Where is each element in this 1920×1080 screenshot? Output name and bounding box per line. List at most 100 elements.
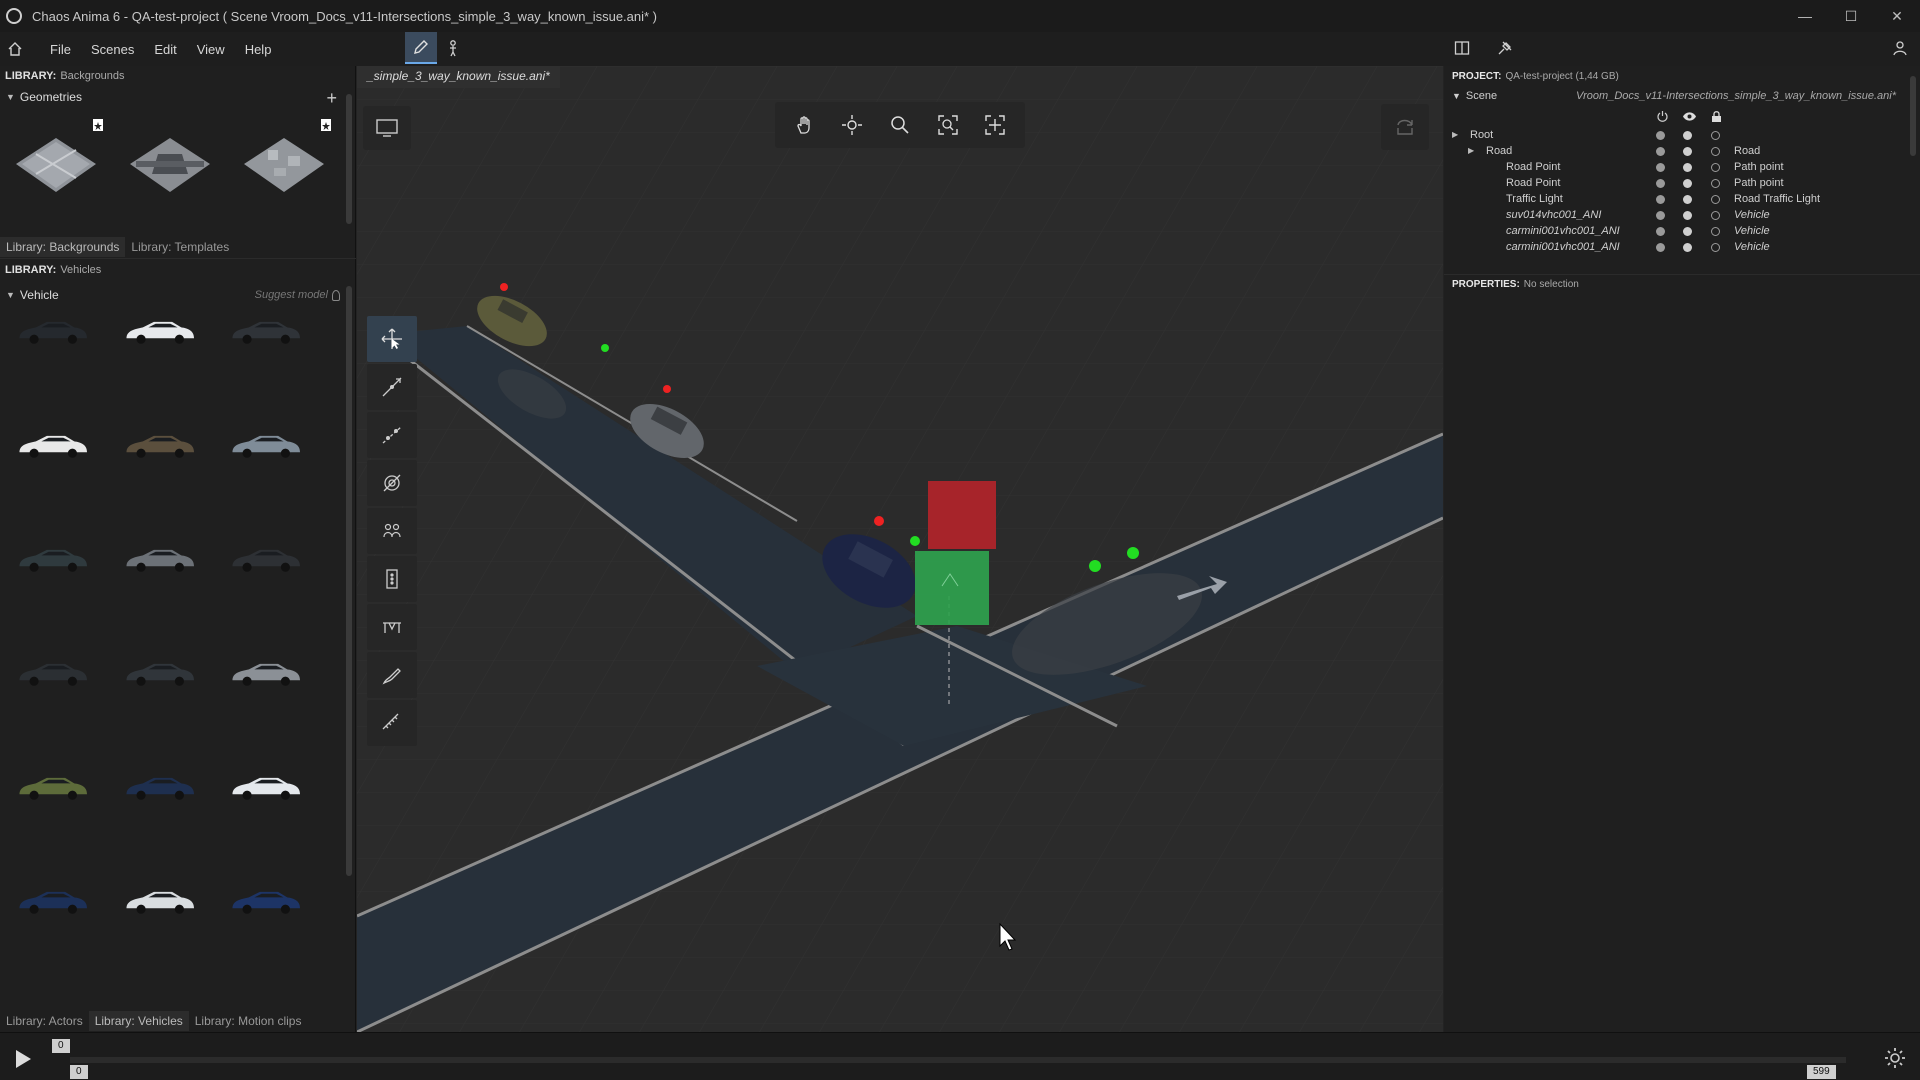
lock-toggle[interactable] [1711, 227, 1720, 236]
eye-icon[interactable] [1682, 111, 1697, 122]
vehicle-thumbnail[interactable] [14, 425, 91, 465]
tab-library-actors[interactable]: Library: Actors [0, 1011, 89, 1031]
lock-toggle[interactable] [1711, 195, 1720, 204]
visibility-toggle[interactable] [1683, 179, 1692, 188]
scene-tree-row[interactable]: Road Point Path point [1444, 160, 1920, 176]
road-point-green[interactable] [1127, 547, 1139, 559]
vehicle-thumbnail[interactable] [227, 767, 304, 807]
vehicle-thumbnail[interactable] [14, 311, 91, 351]
expand-arrow-icon[interactable]: ▶ [1468, 146, 1474, 155]
geometries-section[interactable]: ▼ Geometries + [0, 86, 355, 108]
vehicle-thumbnail[interactable] [121, 425, 198, 465]
scene-tree-row[interactable]: carmini001vhc001_ANI Vehicle [1444, 224, 1920, 240]
backgrounds-scrollbar[interactable] [346, 94, 352, 224]
tab-library-templates[interactable]: Library: Templates [125, 237, 235, 257]
play-icon[interactable] [16, 1050, 31, 1068]
vehicle-thumbnail[interactable] [14, 881, 91, 921]
path-point-red[interactable] [874, 516, 884, 526]
vehicle-thumbnail[interactable] [14, 767, 91, 807]
scene-tree-scrollbar[interactable] [1910, 76, 1916, 156]
camera-reset-button[interactable] [1381, 104, 1429, 150]
scene-tree-row[interactable]: Traffic Light Road Traffic Light [1444, 192, 1920, 208]
zoom-tool-button[interactable] [883, 108, 917, 142]
menu-edit[interactable]: Edit [144, 42, 186, 57]
lock-toggle[interactable] [1711, 179, 1720, 188]
enabled-toggle[interactable] [1656, 179, 1665, 188]
vehicle-thumbnail[interactable] [14, 653, 91, 693]
city-block-geometry-thumbnail[interactable] [242, 134, 326, 196]
actor-mode-button[interactable] [437, 32, 469, 64]
vehicle-thumbnail[interactable] [227, 653, 304, 693]
vehicle-thumbnail[interactable] [121, 653, 198, 693]
crowd-tool-button[interactable] [367, 508, 417, 554]
scene-tab[interactable]: _simple_3_way_known_issue.ani* [357, 66, 560, 88]
lock-toggle[interactable] [1711, 163, 1720, 172]
vehicle-thumbnail[interactable] [121, 311, 198, 351]
vehicle-thumbnail[interactable] [227, 425, 304, 465]
lock-icon[interactable] [1711, 110, 1722, 123]
measure-tool-button[interactable] [367, 700, 417, 746]
road-geometry-thumbnail[interactable] [14, 134, 98, 196]
enabled-toggle[interactable] [1656, 147, 1665, 156]
user-account-button[interactable] [1885, 32, 1915, 64]
enabled-toggle[interactable] [1656, 211, 1665, 220]
timeline-track[interactable] [70, 1057, 1846, 1063]
start-frame-marker[interactable]: 0 [70, 1065, 88, 1079]
split-path-tool-button[interactable] [367, 412, 417, 458]
path-point-red[interactable] [663, 385, 671, 393]
lock-toggle[interactable] [1711, 243, 1720, 252]
intersection-geometry-thumbnail[interactable] [128, 134, 212, 196]
enabled-toggle[interactable] [1656, 227, 1665, 236]
orbit-tool-button[interactable] [835, 108, 869, 142]
vehicle-thumbnail[interactable] [227, 539, 304, 579]
vehicle-thumbnail[interactable] [121, 539, 198, 579]
scene-canvas[interactable] [357, 66, 1443, 1032]
scene-tree-row[interactable]: Road Point Path point [1444, 176, 1920, 192]
power-icon[interactable] [1656, 110, 1669, 123]
toggle-panel-button[interactable] [1447, 32, 1477, 64]
lock-toggle[interactable] [1711, 147, 1720, 156]
playhead[interactable]: 0 [52, 1039, 70, 1053]
viewport-display-button[interactable] [363, 106, 411, 150]
visibility-toggle[interactable] [1683, 211, 1692, 220]
gear-icon[interactable] [1884, 1047, 1906, 1069]
scene-tree-row[interactable]: suv014vhc001_ANI Vehicle [1444, 208, 1920, 224]
visibility-toggle[interactable] [1683, 131, 1692, 140]
enabled-toggle[interactable] [1656, 243, 1665, 252]
traffic-light-red[interactable] [928, 481, 996, 549]
enabled-toggle[interactable] [1656, 131, 1665, 140]
visibility-toggle[interactable] [1683, 195, 1692, 204]
favorite-star-icon[interactable] [92, 118, 104, 135]
road-tool-button[interactable] [367, 460, 417, 506]
path-point-green[interactable] [910, 536, 920, 546]
path-point-green[interactable] [601, 344, 609, 352]
focus-selection-button[interactable] [931, 108, 965, 142]
scene-tree-row[interactable]: ▶ Road Road [1444, 144, 1920, 160]
vehicles-scrollbar[interactable] [346, 286, 352, 876]
path-tool-button[interactable] [367, 364, 417, 410]
frame-all-button[interactable] [978, 108, 1012, 142]
barrier-tool-button[interactable] [367, 604, 417, 650]
tab-library-vehicles[interactable]: Library: Vehicles [88, 1011, 189, 1031]
vehicle-thumbnail[interactable] [227, 881, 304, 921]
favorite-star-icon[interactable] [320, 118, 332, 135]
pin-button[interactable] [1490, 32, 1520, 64]
edit-mode-button[interactable] [405, 32, 437, 64]
home-button[interactable] [0, 32, 30, 66]
path-point-red[interactable] [500, 283, 508, 291]
vehicle-thumbnail[interactable] [227, 311, 304, 351]
menu-scenes[interactable]: Scenes [81, 42, 144, 57]
enabled-toggle[interactable] [1656, 163, 1665, 172]
select-move-tool-button[interactable] [367, 316, 417, 362]
lock-toggle[interactable] [1711, 211, 1720, 220]
tab-library-motion-clips[interactable]: Library: Motion clips [189, 1011, 308, 1031]
traffic-light-tool-button[interactable] [367, 556, 417, 602]
lock-toggle[interactable] [1711, 131, 1720, 140]
maximize-button[interactable]: ☐ [1828, 0, 1874, 32]
brush-tool-button[interactable] [367, 652, 417, 698]
menu-view[interactable]: View [187, 42, 235, 57]
visibility-toggle[interactable] [1683, 163, 1692, 172]
scene-tree-row[interactable]: carmini001vhc001_ANI Vehicle [1444, 240, 1920, 256]
visibility-toggle[interactable] [1683, 227, 1692, 236]
visibility-toggle[interactable] [1683, 147, 1692, 156]
